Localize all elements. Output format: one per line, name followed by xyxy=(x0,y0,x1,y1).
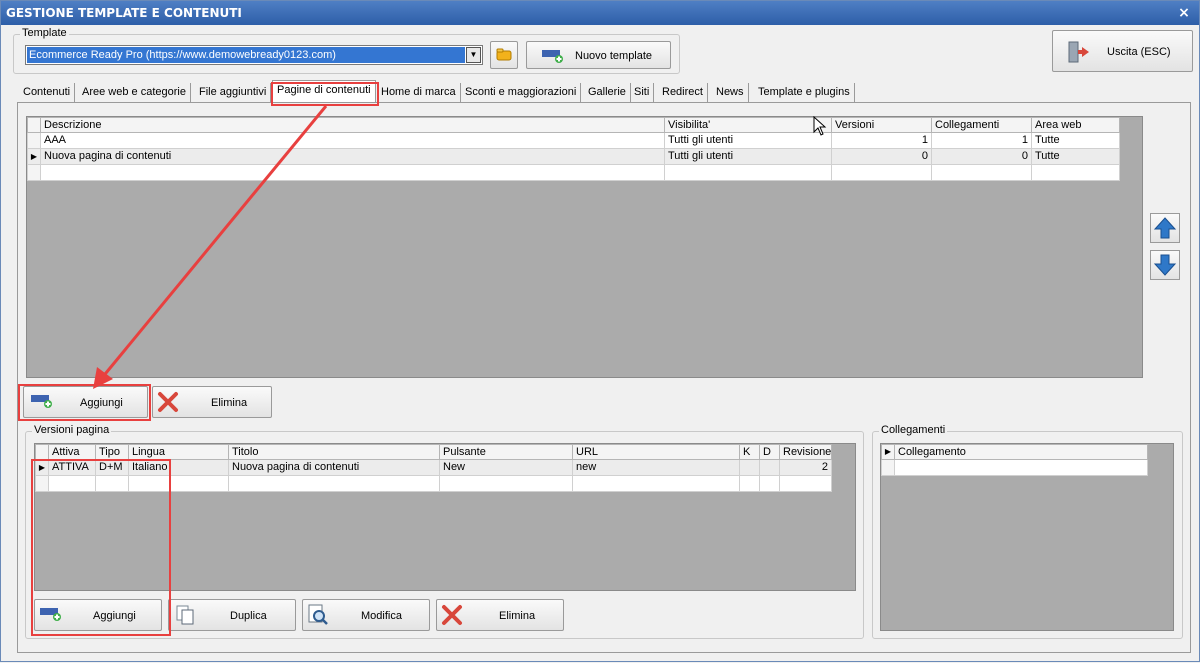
annotation-arrow-icon xyxy=(93,105,328,389)
main-window: GESTIONE TEMPLATE E CONTENUTI × Template… xyxy=(0,0,1200,662)
